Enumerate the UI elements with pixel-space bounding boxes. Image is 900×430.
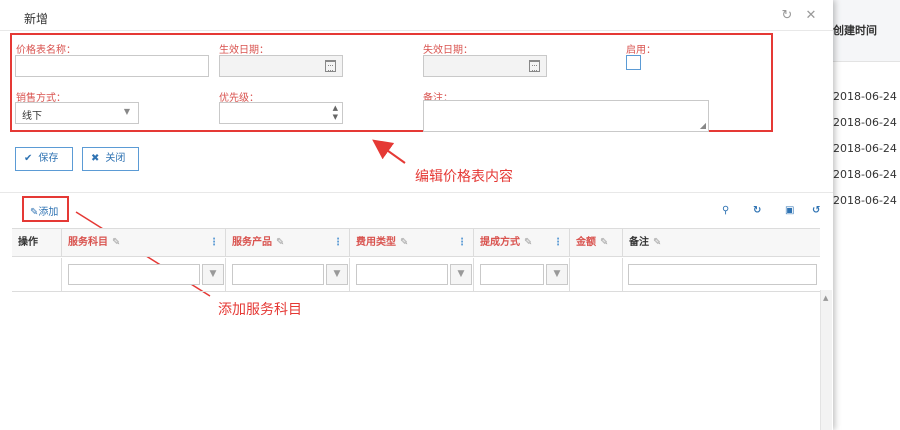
column-header-action: 操作 [12,229,62,257]
edit-icon: ✎ [112,237,121,248]
filter-input[interactable] [628,264,817,285]
save-button-label: 保存 [38,153,59,164]
add-link-label: 添加 [38,207,59,218]
filter-cell [570,258,623,292]
enabled-checkbox[interactable] [626,55,641,70]
filter-icon[interactable]: ▼ [202,264,224,285]
check-icon: ✔ [24,153,33,164]
filter-cell [12,258,62,292]
filter-input[interactable] [356,264,448,285]
stepper-arrows-icon[interactable]: ▲ ▼ [333,104,338,122]
effective-date-input[interactable] [219,55,343,77]
close-button[interactable]: ✖ 关闭 [82,147,139,171]
close-icon: ✖ [91,153,100,164]
edit-arrow [372,139,406,164]
add-link[interactable]: ✎添加 [30,203,58,218]
scroll-up-icon[interactable]: ▲ [823,294,828,302]
background-row: 2018-06-24 01 [833,90,900,103]
add-link-highlight: ✎添加 [22,196,69,222]
remark-textarea[interactable]: ◢ [423,100,709,132]
filter-cell: ▼ [62,258,226,292]
title-divider [0,30,833,31]
save-button[interactable]: ✔ 保存 [15,147,73,171]
background-column-header: 创建时间 [833,0,900,62]
column-header-service-product[interactable]: 服务产品 ✎ ⋮ [226,229,350,257]
close-icon[interactable]: ✕ [804,9,818,23]
background-row: 2018-06-24 01 [833,194,900,207]
refresh-icon[interactable]: ↻ [753,205,761,216]
grid-header: 操作 服务科目 ✎ ⋮ 服务产品 ✎ ⋮ 费用类型 ✎ ⋮ 提成方式 ✎ ⋮ 金额 ✎ 备注 ✎ [12,229,820,257]
column-header-remark[interactable]: 备注 ✎ [623,229,820,257]
calendar-icon[interactable] [529,60,540,72]
save-icon[interactable]: ▣ [785,205,794,216]
filter-icon[interactable]: ▼ [450,264,472,285]
section-divider [0,192,833,193]
dialog-title: 新增 [24,12,49,26]
background-header-label: 创建时间 [833,24,877,37]
sales-method-value: 线下 [22,111,42,122]
edit-icon: ✎ [600,237,609,248]
column-menu-icon: ⋮ [333,237,343,248]
background-row: 2018-06-24 01 [833,116,900,129]
column-menu-icon: ⋮ [553,237,563,248]
filter-cell: ▼ [474,258,570,292]
column-header-service-subject[interactable]: 服务科目 ✎ ⋮ [62,229,226,257]
edit-icon: ✎ [276,237,285,248]
column-header-amount[interactable]: 金额 ✎ [570,229,623,257]
edit-annotation-text: 编辑价格表内容 [415,169,513,185]
column-menu-icon: ⋮ [209,237,219,248]
price-name-input[interactable] [15,55,209,77]
chevron-down-icon: ▼ [123,107,130,116]
sales-method-select[interactable]: 线下 ▼ [15,102,139,124]
filter-input[interactable] [232,264,324,285]
background-row: 2018-06-24 01 [833,168,900,181]
add-price-list-dialog: 新增 ↻ ✕ 价格表名称： 生效日期： 失效日期： 启用： 销售方式： 线下 ▼… [0,0,833,430]
undo-icon[interactable]: ↺ [812,205,820,216]
filter-cell: ▼ [350,258,474,292]
filter-input[interactable] [68,264,200,285]
filter-icon[interactable]: ▼ [326,264,348,285]
filter-cell: ▼ [226,258,350,292]
refresh-icon[interactable]: ↻ [780,9,794,23]
filter-icon[interactable]: ▼ [546,264,568,285]
filter-input[interactable] [480,264,544,285]
grid-filter-row: ▼ ▼ ▼ ▼ [12,258,820,292]
column-menu-icon: ⋮ [457,237,467,248]
expiry-date-input[interactable] [423,55,547,77]
expiry-date-label: 失效日期： [423,45,473,56]
background-row: 2018-06-24 01 [833,142,900,155]
service-item-grid: 操作 服务科目 ✎ ⋮ 服务产品 ✎ ⋮ 费用类型 ✎ ⋮ 提成方式 ✎ ⋮ 金额 ✎ 备注 ✎ ▼… [12,228,820,430]
grid-scrollbar[interactable]: ▲ [820,290,832,430]
column-header-commission-method[interactable]: 提成方式 ✎ ⋮ [474,229,570,257]
edit-icon: ✎ [524,237,533,248]
calendar-icon[interactable] [325,60,336,72]
edit-icon: ✎ [400,237,409,248]
filter-cell [623,258,820,292]
add-annotation-text: 添加服务科目 [218,302,302,318]
price-name-label: 价格表名称： [16,45,76,56]
resize-grip-icon[interactable]: ◢ [700,121,706,130]
column-header-fee-type[interactable]: 费用类型 ✎ ⋮ [350,229,474,257]
effective-date-label: 生效日期： [219,45,269,56]
enabled-label: 启用： [626,45,656,56]
price-list-form-highlight: 价格表名称： 生效日期： 失效日期： 启用： 销售方式： 线下 ▼ 优先级： ▲… [10,33,773,132]
close-button-label: 关闭 [105,153,126,164]
priority-stepper[interactable]: ▲ ▼ [219,102,343,124]
search-icon[interactable]: ⚲ [722,205,729,216]
edit-icon: ✎ [653,237,662,248]
